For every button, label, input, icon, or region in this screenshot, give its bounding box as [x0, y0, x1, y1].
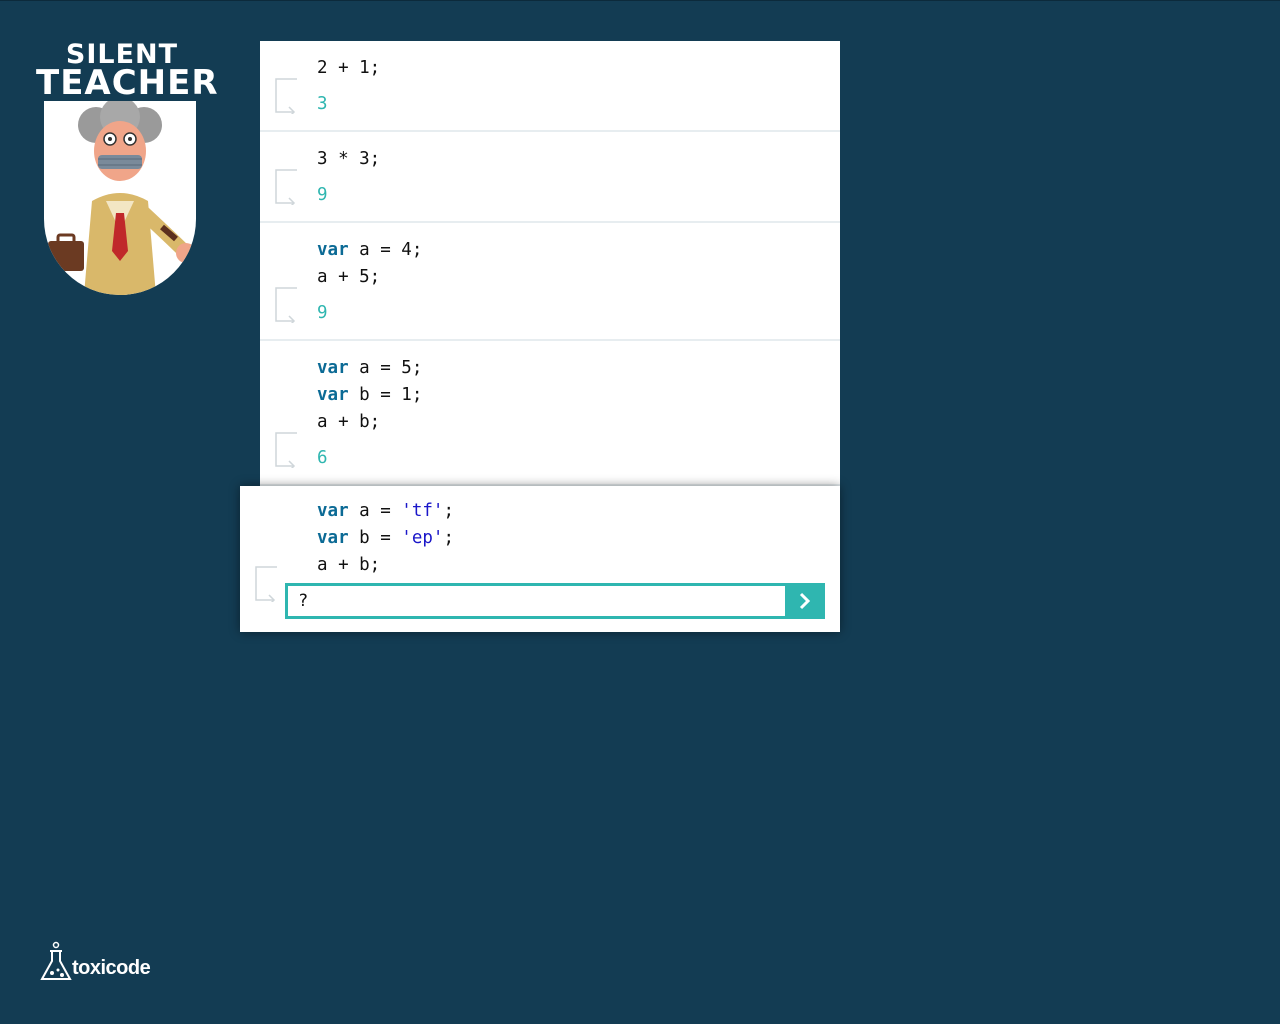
code-line: var a = 4; [317, 240, 423, 260]
submit-button[interactable] [785, 583, 825, 619]
code-line: var a = 5; [317, 358, 423, 378]
current-code: var a = 'tf'; var b = 'ep'; a + b; [317, 498, 454, 579]
exercise-history-panel: 2 + 1; 3 3 * 3; 9 var a = 4; a + 5; 9 var a = 5… [260, 41, 840, 486]
logo-title: SILENT TEACHER [36, 39, 219, 103]
exercise-item: 3 * 3; 9 [260, 132, 840, 223]
toxicode-logo[interactable]: toxicode [40, 941, 160, 983]
return-arrow-icon [275, 78, 297, 114]
brand-name: toxicode [72, 957, 151, 979]
code-line: var b = 1; [317, 385, 423, 405]
exercise-item: var a = 4; a + 5; 9 [260, 223, 840, 341]
answer-form [285, 583, 825, 619]
result-value: 9 [317, 185, 328, 205]
silent-teacher-logo: SILENT TEACHER [36, 39, 219, 297]
teacher-illustration [44, 101, 196, 295]
return-arrow-icon [275, 287, 297, 323]
exercise-item: 2 + 1; 3 [260, 41, 840, 132]
flask-icon [40, 941, 72, 980]
return-arrow-icon [255, 566, 277, 602]
exercise-item: var a = 5; var b = 1; a + b; 6 [260, 341, 840, 486]
code-line: a + 5; [317, 267, 381, 287]
code-line: var a = 'tf'; [317, 501, 454, 521]
code-line: 3 * 3; [317, 149, 381, 169]
answer-input[interactable] [285, 583, 785, 619]
code-line: 2 + 1; [317, 58, 381, 78]
result-value: 3 [317, 94, 328, 114]
result-value: 9 [317, 303, 328, 323]
result-value: 6 [317, 448, 328, 468]
chevron-right-icon [799, 592, 811, 610]
current-exercise: var a = 'tf'; var b = 'ep'; a + b; [240, 486, 840, 632]
code-line: a + b; [317, 412, 381, 432]
code-line: var b = 'ep'; [317, 528, 454, 548]
return-arrow-icon [275, 432, 297, 468]
return-arrow-icon [275, 169, 297, 205]
code-line: a + b; [317, 555, 381, 575]
